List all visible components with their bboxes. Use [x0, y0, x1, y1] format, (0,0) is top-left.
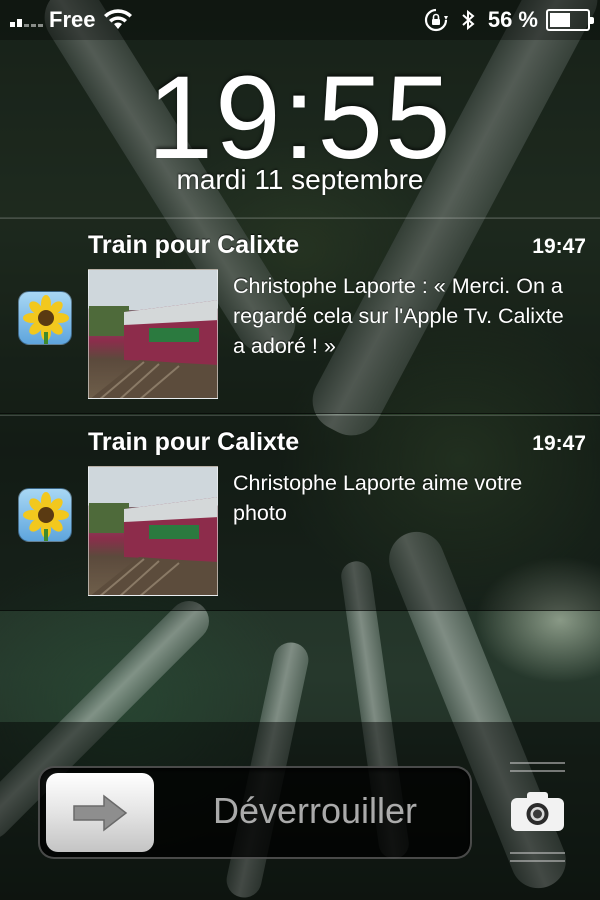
notification-thumbnail: [88, 269, 218, 399]
camera-button[interactable]: [510, 762, 565, 862]
notification[interactable]: Train pour Calixte 19:47 Christophe Lapo…: [0, 415, 600, 611]
signal-icon: [10, 13, 43, 27]
status-bar: Free 56 %: [0, 0, 600, 40]
notification-title: Train pour Calixte: [88, 428, 300, 456]
status-right: 56 %: [424, 7, 594, 33]
bluetooth-icon: [462, 9, 475, 31]
battery-icon: [546, 9, 594, 31]
notification-time: 19:47: [532, 432, 586, 455]
clock-date: mardi 11 septembre: [176, 164, 424, 195]
wifi-icon: [104, 9, 133, 29]
camera-icon: [511, 792, 564, 831]
unlock-slider-track[interactable]: Déverrouiller: [38, 766, 472, 859]
notification-thumbnail: [88, 466, 218, 596]
clock-panel: 19:55 mardi 11 septembre: [0, 40, 600, 218]
battery-percent: 56 %: [487, 7, 538, 32]
photos-sunflower-icon[interactable]: [18, 488, 72, 542]
unlock-bar: Déverrouiller: [0, 722, 600, 900]
carrier-name: Free: [49, 7, 96, 32]
unlock-label: Déverrouiller: [212, 790, 418, 831]
arrow-right-icon: [73, 793, 128, 832]
notification[interactable]: Train pour Calixte 19:47 Christophe Lapo…: [0, 218, 600, 414]
notification-title: Train pour Calixte: [88, 231, 300, 259]
battery-level: [550, 13, 571, 27]
notification-message: Christophe Laporte : « Merci. On a regar…: [233, 274, 564, 358]
photos-sunflower-icon[interactable]: [18, 291, 72, 345]
notification-time: 19:47: [532, 235, 586, 258]
unlock-slider-knob[interactable]: [46, 773, 154, 852]
notification-message: Christophe Laporte aime votre photo: [233, 471, 523, 525]
rotation-lock-icon: [424, 8, 448, 32]
